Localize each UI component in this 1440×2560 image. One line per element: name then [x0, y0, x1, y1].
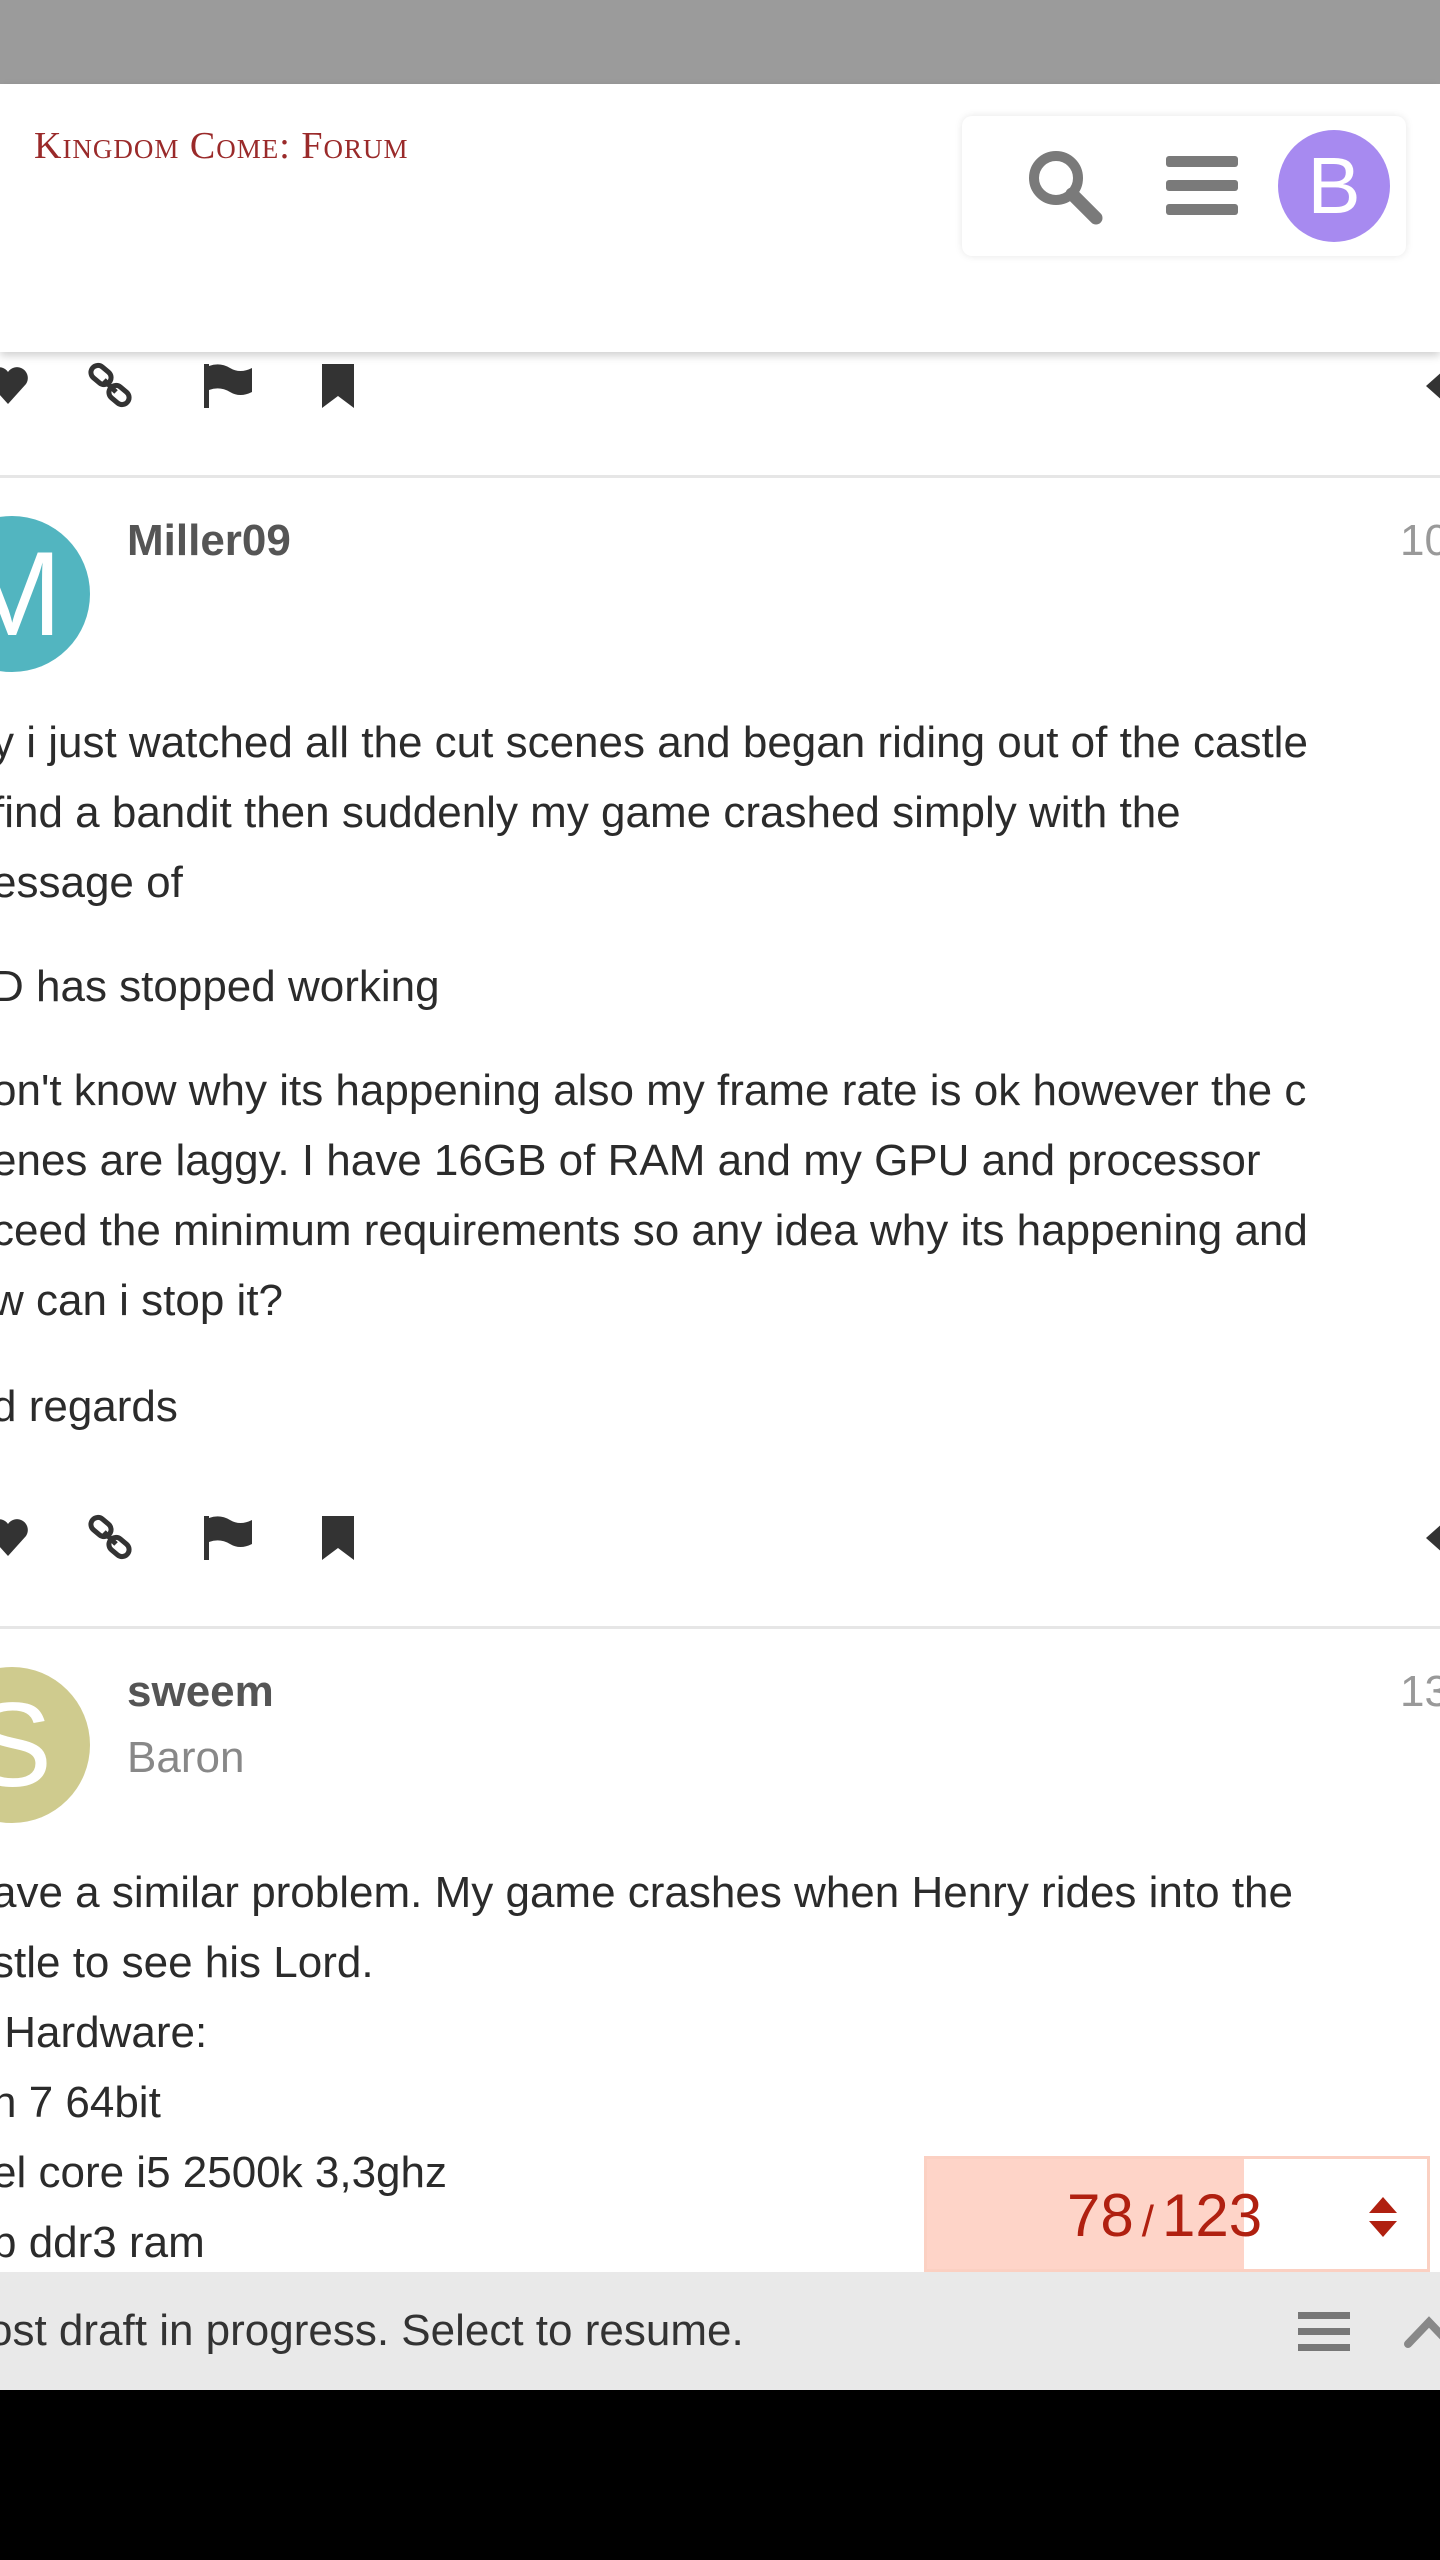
like-button[interactable]	[0, 360, 34, 412]
chevron-up-icon[interactable]	[1404, 2304, 1440, 2360]
avatar[interactable]: M	[0, 516, 90, 672]
post-paragraph: y i just watched all the cut scenes and …	[0, 718, 1308, 907]
bookmark-button[interactable]	[312, 1512, 364, 1564]
username[interactable]: Miller09	[127, 516, 291, 566]
heart-icon	[0, 1519, 28, 1556]
topic-progress[interactable]: 78/123	[924, 2156, 1430, 2272]
forum-logo[interactable]: Kingdom Come: Forum	[34, 124, 408, 168]
reply-icon	[1426, 1525, 1440, 1551]
copy-link-button[interactable]	[84, 360, 136, 412]
draft-bar[interactable]: ost draft in progress. Select to resume.	[0, 2272, 1440, 2390]
post-divider	[0, 475, 1440, 478]
post-date[interactable]: 10	[1400, 516, 1440, 566]
reply-icon	[1426, 373, 1440, 399]
search-button[interactable]	[1018, 140, 1110, 232]
progress-total: 123	[1161, 2182, 1263, 2249]
progress-separator: /	[1141, 2197, 1154, 2246]
site-header: Kingdom Come: Forum B	[0, 84, 1440, 352]
user-avatar[interactable]: B	[1278, 130, 1390, 242]
list-icon[interactable]	[1296, 2308, 1352, 2356]
post-actions	[0, 1498, 1440, 1578]
flag-button[interactable]	[202, 1512, 254, 1564]
menu-button[interactable]	[1156, 140, 1248, 232]
post-actions	[0, 346, 1440, 426]
sort-arrows-icon	[1369, 2197, 1397, 2237]
search-icon	[1029, 151, 1103, 225]
status-bar	[0, 0, 1440, 84]
progress-counter: 78/123	[1067, 2181, 1262, 2250]
post-paragraph: on't know why its happening also my fram…	[0, 1066, 1308, 1325]
link-icon	[88, 1514, 132, 1560]
reply-button[interactable]	[1418, 1512, 1440, 1564]
post-paragraph: D has stopped working	[0, 962, 440, 1011]
header-tools: B	[962, 116, 1406, 256]
bookmark-icon	[322, 364, 354, 408]
flag-button[interactable]	[202, 360, 254, 412]
draft-message[interactable]: ost draft in progress. Select to resume.	[0, 2306, 744, 2356]
copy-link-button[interactable]	[84, 1512, 136, 1564]
bookmark-button[interactable]	[312, 360, 364, 412]
post-date[interactable]: 13	[1400, 1667, 1440, 1717]
reply-button[interactable]	[1418, 360, 1440, 412]
avatar[interactable]: S	[0, 1667, 90, 1823]
bookmark-icon	[322, 1516, 354, 1560]
flag-icon	[204, 364, 252, 408]
username[interactable]: sweem	[127, 1667, 274, 1717]
user-title: Baron	[127, 1733, 245, 1782]
like-button[interactable]	[0, 1512, 34, 1564]
link-icon	[88, 362, 132, 408]
navigation-bar	[0, 2390, 1440, 2560]
progress-current: 78	[1067, 2182, 1134, 2249]
hamburger-menu-icon	[1166, 156, 1238, 215]
flag-icon	[204, 1516, 252, 1560]
heart-icon	[0, 367, 28, 404]
post-paragraph: d regards	[0, 1382, 178, 1431]
post-divider	[0, 1626, 1440, 1629]
